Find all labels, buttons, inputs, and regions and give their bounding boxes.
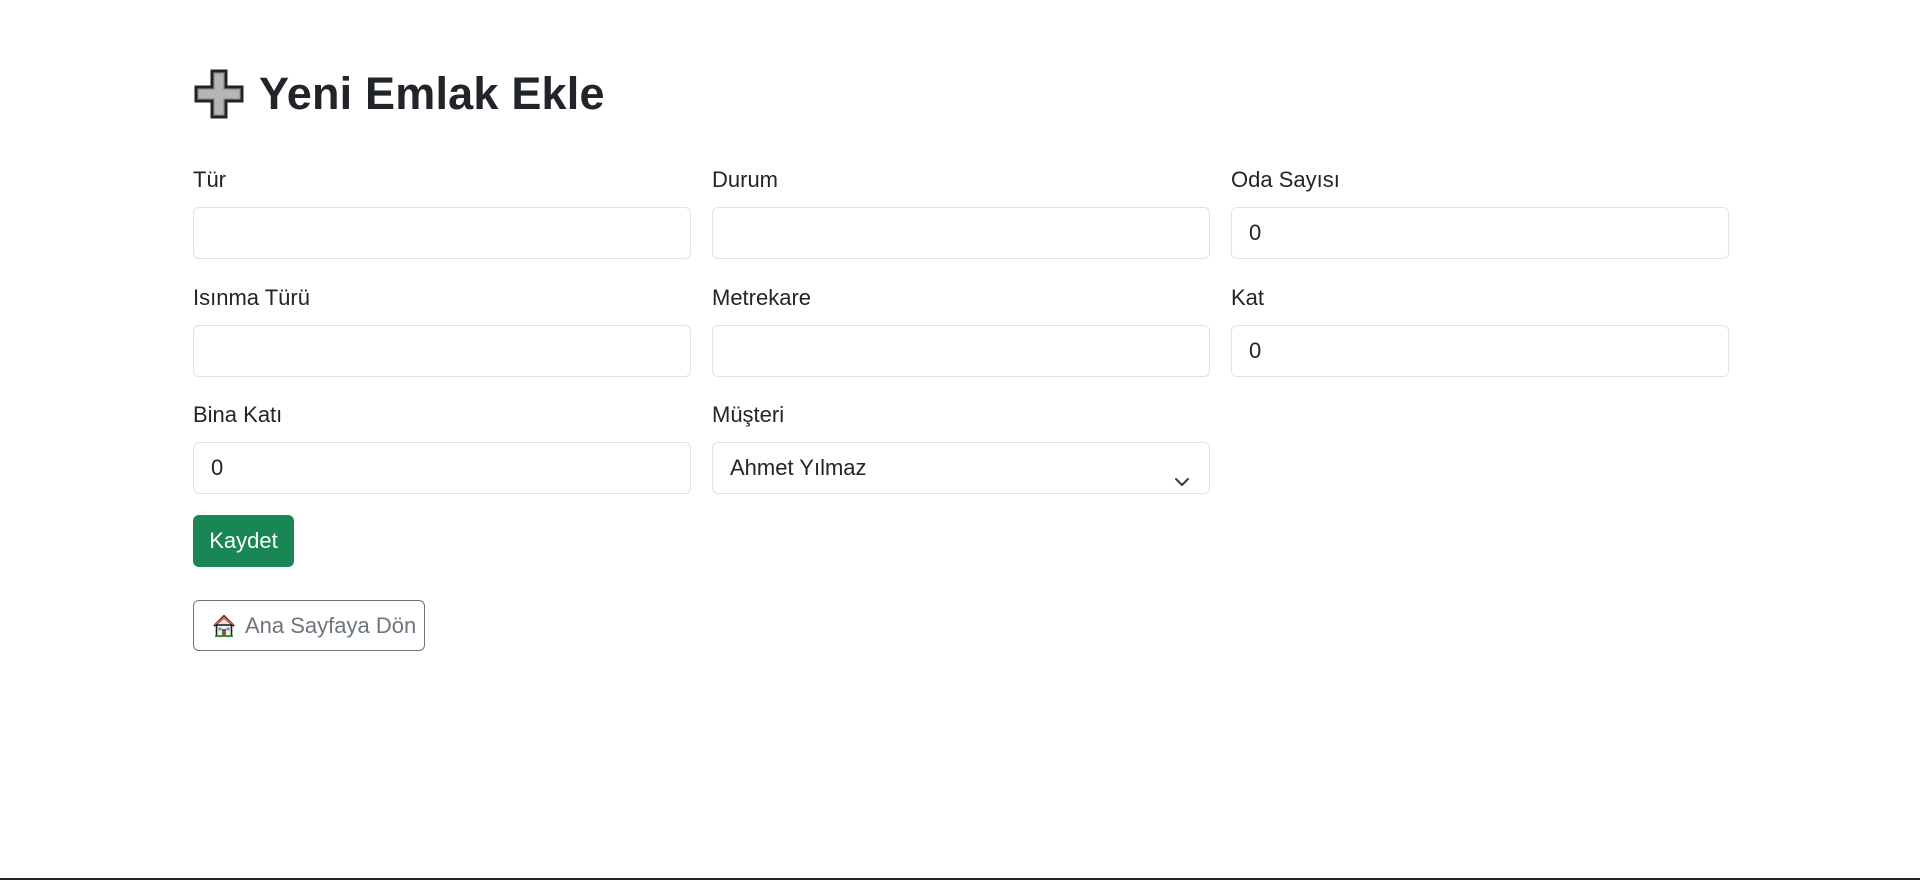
field-musteri: Müşteri Ahmet Yılmaz	[712, 400, 1210, 494]
musteri-select[interactable]: Ahmet Yılmaz	[712, 442, 1210, 494]
field-metrekare: Metrekare	[712, 283, 1210, 377]
field-label: Müşteri	[712, 402, 785, 427]
field-label: Isınma Türü	[193, 285, 310, 310]
field-isinma-turu: Isınma Türü	[193, 283, 691, 377]
page-title-text: Yeni Emlak Ekle	[259, 68, 605, 119]
field-label: Metrekare	[712, 285, 812, 310]
isinma-turu-input[interactable]	[193, 325, 691, 377]
house-icon	[211, 613, 237, 639]
home-button[interactable]: Ana Sayfaya Dön	[193, 600, 425, 651]
field-label: Bina Katı	[193, 402, 283, 427]
field-label: Durum	[712, 167, 779, 192]
field-label: Oda Sayısı	[1231, 167, 1340, 192]
page: Yeni Emlak Ekle Tür Durum Oda Sayısı 0 I…	[0, 0, 1920, 880]
durum-input[interactable]	[712, 207, 1210, 259]
page-title: Yeni Emlak Ekle	[193, 66, 605, 122]
field-oda-sayisi: Oda Sayısı 0	[1231, 165, 1729, 259]
field-durum: Durum	[712, 165, 1210, 259]
save-button[interactable]: Kaydet	[193, 515, 294, 567]
kat-input[interactable]: 0	[1231, 325, 1729, 377]
oda-sayisi-input[interactable]: 0	[1231, 207, 1729, 259]
field-kat: Kat 0	[1231, 283, 1729, 377]
field-tur: Tür	[193, 165, 691, 259]
tur-input[interactable]	[193, 207, 691, 259]
home-button-label: Ana Sayfaya Dön	[245, 612, 417, 638]
metrekare-input[interactable]	[712, 325, 1210, 377]
musteri-selected-value: Ahmet Yılmaz	[730, 455, 867, 480]
field-label: Tür	[193, 167, 226, 192]
field-bina-kati: Bina Katı 0	[193, 400, 691, 494]
field-label: Kat	[1231, 285, 1265, 310]
chevron-down-icon	[1173, 459, 1191, 486]
bina-kati-input[interactable]: 0	[193, 442, 691, 494]
plus-icon	[193, 68, 245, 120]
